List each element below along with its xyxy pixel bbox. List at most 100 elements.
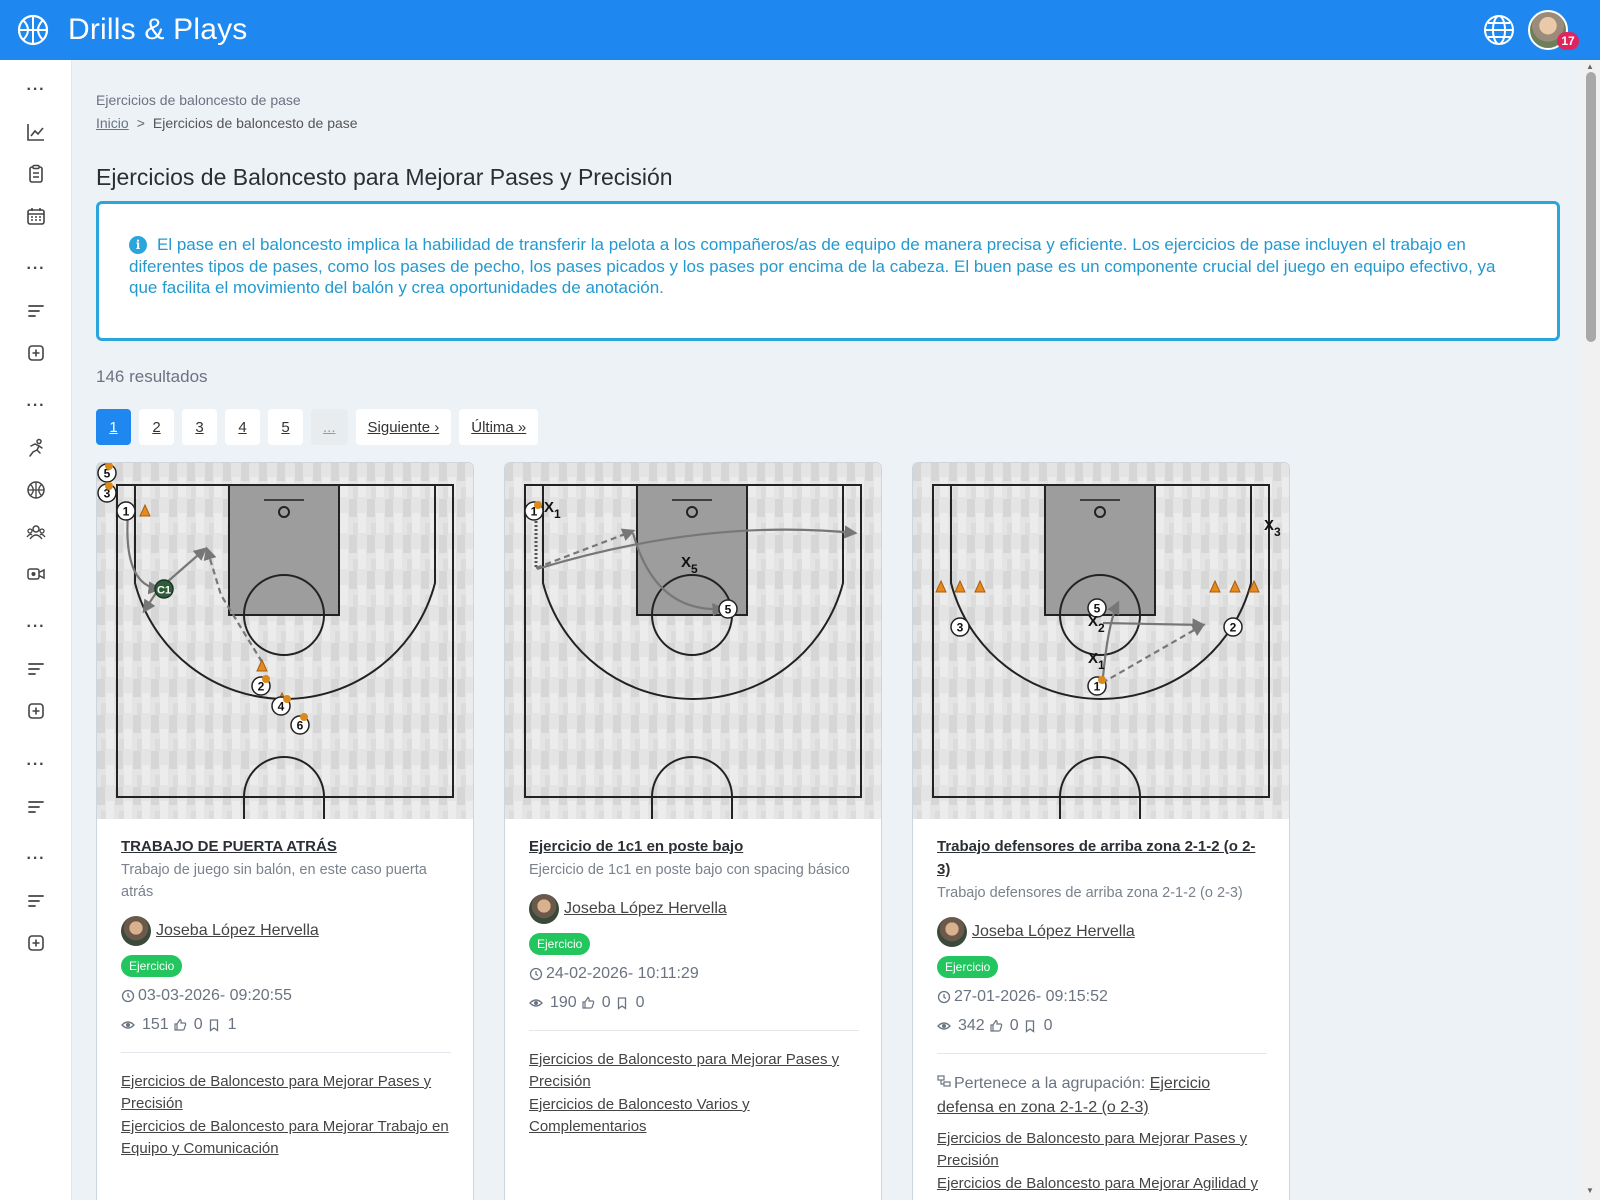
- team-icon[interactable]: [24, 520, 48, 544]
- ball-icon: [283, 695, 291, 703]
- page-ellipsis: ...: [311, 409, 348, 445]
- page-2-button[interactable]: 2: [139, 409, 174, 445]
- more-icon[interactable]: ···: [24, 753, 48, 777]
- plus-square-icon[interactable]: [24, 699, 48, 723]
- sort-icon[interactable]: [24, 795, 48, 819]
- page-3-button[interactable]: 3: [182, 409, 217, 445]
- type-badge: Ejercicio: [937, 956, 999, 978]
- more-icon[interactable]: ···: [24, 847, 48, 871]
- basketball-logo-icon[interactable]: [16, 13, 50, 47]
- saves-count: 0: [1043, 1017, 1053, 1034]
- card-body: TRABAJO DE PUERTA ATRÁS Trabajo de juego …: [121, 835, 451, 1161]
- plus-square-icon[interactable]: [24, 341, 48, 365]
- more-icon[interactable]: ···: [24, 615, 48, 639]
- scroll-down-arrow-icon[interactable]: ▼: [1586, 1186, 1594, 1195]
- last-page-button[interactable]: Última »: [459, 409, 539, 445]
- chart-line-icon[interactable]: [24, 120, 48, 144]
- author-name-link[interactable]: Joseba López Hervella: [972, 923, 1135, 941]
- card-description: Trabajo de juego sin balón, en este caso…: [121, 862, 427, 900]
- bookmark-icon[interactable]: [1023, 1019, 1037, 1033]
- sort-icon[interactable]: [24, 657, 48, 681]
- svg-text:X: X: [1264, 517, 1274, 534]
- type-badge: Ejercicio: [529, 933, 591, 955]
- card-stats: 190 0 0: [529, 994, 859, 1012]
- date-text: 24-02-2026- 10:11:29: [546, 965, 699, 982]
- ball-icon: [262, 675, 270, 683]
- court-diagram[interactable]: 1 X 1X 55: [505, 463, 881, 819]
- bookmark-icon[interactable]: [207, 1018, 221, 1032]
- court-diagram[interactable]: 531246C1: [97, 463, 473, 819]
- top-bar: Drills & Plays: [0, 0, 1600, 60]
- page-4-button[interactable]: 4: [225, 409, 260, 445]
- svg-text:5: 5: [725, 603, 732, 617]
- card-stats: 151 0 1: [121, 1016, 451, 1034]
- notification-badge[interactable]: 17: [1557, 32, 1579, 50]
- basketball-icon[interactable]: [24, 478, 48, 502]
- category-link[interactable]: Ejercicios de Baloncesto para Mejorar Ag…: [937, 1173, 1267, 1195]
- next-page-button[interactable]: Siguiente ›: [355, 409, 452, 445]
- results-count: 146 resultados: [96, 367, 208, 386]
- more-icon[interactable]: ···: [24, 394, 48, 418]
- card-date: 27-01-2026- 09:15:52: [937, 988, 1267, 1006]
- author-name-link[interactable]: Joseba López Hervella: [156, 922, 319, 940]
- card-title-link[interactable]: TRABAJO DE PUERTA ATRÁS: [121, 835, 451, 858]
- svg-text:X: X: [1088, 613, 1098, 630]
- card-title-link[interactable]: Trabajo defensores de arriba zona 2-1-2 …: [937, 835, 1267, 881]
- card-divider: [529, 1030, 859, 1031]
- svg-text:X: X: [544, 499, 554, 516]
- thumbs-up-icon[interactable]: [581, 996, 595, 1010]
- page-title: Ejercicios de Baloncesto para Mejorar Pa…: [96, 164, 673, 190]
- player-2: 2: [1223, 617, 1243, 637]
- sort-icon[interactable]: [24, 889, 48, 913]
- category-link[interactable]: Ejercicios de Baloncesto Varios y Comple…: [529, 1094, 859, 1138]
- card-stats: 342 0 0: [937, 1017, 1267, 1035]
- views-count: 342: [958, 1017, 985, 1034]
- likes-count: 0: [193, 1016, 203, 1033]
- card-body: Ejercicio de 1c1 en poste bajo Ejercicio …: [529, 835, 859, 1139]
- category-link[interactable]: Ejercicios de Baloncesto para Mejorar Pa…: [529, 1049, 859, 1093]
- card-title-link[interactable]: Ejercicio de 1c1 en poste bajo: [529, 835, 859, 858]
- thumbs-up-icon[interactable]: [173, 1018, 187, 1032]
- calendar-icon[interactable]: [24, 204, 48, 228]
- card-date: 24-02-2026- 10:11:29: [529, 965, 859, 983]
- scrollbar-thumb[interactable]: [1586, 72, 1596, 342]
- svg-text:C1: C1: [157, 585, 171, 597]
- svg-text:3: 3: [957, 621, 964, 635]
- author-avatar[interactable]: [937, 917, 967, 947]
- info-text: El pase en el baloncesto implica la habi…: [129, 235, 1496, 297]
- page-1-button[interactable]: 1: [96, 409, 131, 445]
- category-link[interactable]: Ejercicios de Baloncesto para Mejorar Pa…: [937, 1128, 1267, 1172]
- category-links: Ejercicios de Baloncesto para Mejorar Pa…: [937, 1128, 1267, 1195]
- svg-text:4: 4: [278, 700, 285, 714]
- running-icon[interactable]: [24, 436, 48, 460]
- plus-square-icon[interactable]: [24, 931, 48, 955]
- author-avatar[interactable]: [121, 916, 151, 946]
- clipboard-icon[interactable]: [24, 162, 48, 186]
- category-link[interactable]: Ejercicios de Baloncesto para Mejorar Tr…: [121, 1116, 451, 1160]
- author-name-link[interactable]: Joseba López Hervella: [564, 900, 727, 918]
- more-icon[interactable]: ···: [24, 78, 48, 102]
- author-avatar[interactable]: [529, 894, 559, 924]
- saves-count: 0: [635, 994, 645, 1011]
- page-5-button[interactable]: 5: [268, 409, 303, 445]
- thumbs-up-icon[interactable]: [989, 1019, 1003, 1033]
- drill-card[interactable]: 3 5 2 1 X 3 X 2 X 1 Trabajo defensores de arriba z…: [912, 462, 1290, 1200]
- breadcrumb-home-link[interactable]: Inicio: [96, 115, 129, 131]
- sort-icon[interactable]: [24, 299, 48, 323]
- drill-card[interactable]: 5 3 1 2 4 6 C1 TRABAJO DE PUERTA ATRÁS Trabajo d…: [96, 462, 474, 1200]
- video-icon[interactable]: [24, 562, 48, 586]
- court-diagram[interactable]: 3521X 3X 2X 1: [913, 463, 1289, 819]
- category-link[interactable]: Ejercicios de Baloncesto para Mejorar Pa…: [121, 1071, 451, 1115]
- card-date: 03-03-2026- 09:20:55: [121, 987, 451, 1005]
- scroll-up-arrow-icon[interactable]: ▲: [1586, 62, 1594, 71]
- more-icon[interactable]: ···: [24, 257, 48, 281]
- bookmark-icon[interactable]: [615, 996, 629, 1010]
- app-title[interactable]: Drills & Plays: [68, 13, 248, 47]
- drill-card[interactable]: 1 X 1 X 5 5 Ejercicio de 1c1 en poste bajo Ejer…: [504, 462, 882, 1200]
- page-label: Ejercicios de baloncesto de pase: [96, 92, 301, 108]
- player-1: 1: [116, 501, 136, 521]
- category-links: Ejercicios de Baloncesto para Mejorar Pa…: [529, 1049, 859, 1138]
- date-text: 03-03-2026- 09:20:55: [138, 987, 292, 1004]
- language-globe-icon[interactable]: [1482, 13, 1516, 47]
- saves-count: 1: [227, 1016, 237, 1033]
